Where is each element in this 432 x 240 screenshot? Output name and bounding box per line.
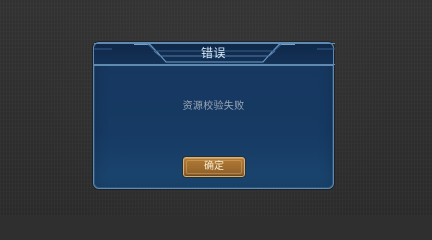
confirm-button[interactable]: 确定 [183,157,245,177]
dialog-message: 资源校验失败 [182,101,245,112]
game-screen: 错误 资源校验失败 确定 [0,0,432,216]
dialog-title: 错误 [200,46,226,60]
error-dialog: 错误 资源校验失败 确定 [93,42,335,189]
